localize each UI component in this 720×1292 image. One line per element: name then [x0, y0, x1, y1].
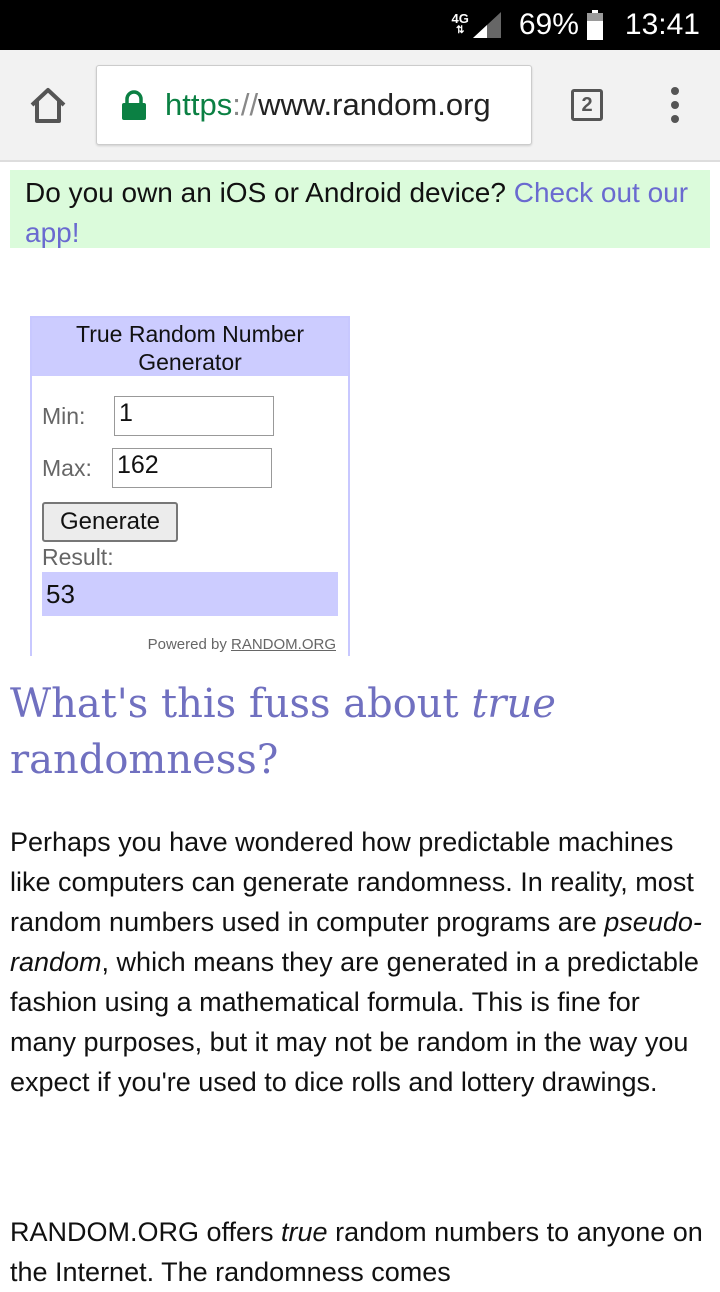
paragraph-text: RANDOM.ORG offers	[10, 1217, 282, 1247]
paragraph-text-end: , which means they are generated in a pr…	[10, 947, 699, 1097]
heading-text-end: randomness?	[10, 737, 279, 783]
result-label: Result:	[42, 544, 114, 570]
url-bar[interactable]: https://www.random.org	[96, 65, 532, 145]
heading-emphasis: true	[471, 681, 556, 727]
min-row: Min: 1	[42, 396, 274, 436]
random-number-widget: True Random Number Generator Min: 1 Max:…	[30, 316, 350, 656]
network-type: 4G	[451, 11, 469, 26]
powered-prefix: Powered by	[147, 636, 231, 653]
status-bar: 4G ⇅ 69% 13:41	[0, 0, 720, 50]
lock-icon	[122, 90, 146, 120]
paragraph-text: Perhaps you have wondered how predictabl…	[10, 827, 694, 937]
browser-toolbar: https://www.random.org 2	[0, 50, 720, 162]
heading-text: What's this fuss about	[10, 681, 472, 727]
intro-paragraph: Perhaps you have wondered how predictabl…	[10, 822, 710, 1102]
data-arrows-icon: ⇅	[456, 25, 465, 36]
page-heading: What's this fuss about true randomness?	[10, 676, 700, 788]
banner-text: Do you own an iOS or Android device?	[25, 177, 514, 208]
menu-dot	[671, 87, 679, 95]
max-row: Max: 162	[42, 448, 272, 488]
clock: 13:41	[624, 8, 700, 41]
max-input[interactable]: 162	[112, 448, 272, 488]
powered-by: Powered by RANDOM.ORG	[148, 636, 336, 653]
tab-count: 2	[581, 93, 593, 116]
home-button[interactable]	[0, 49, 96, 161]
menu-dot	[671, 115, 679, 123]
signal-icon	[472, 12, 501, 38]
random-org-link[interactable]: RANDOM.ORG	[231, 636, 336, 653]
url-host: www.random.org	[258, 87, 491, 122]
min-input[interactable]: 1	[114, 396, 274, 436]
tab-switcher-button[interactable]: 2	[532, 89, 642, 121]
overflow-menu-icon[interactable]	[642, 87, 708, 123]
tab-switcher-icon: 2	[571, 89, 603, 121]
battery-percent: 69%	[518, 8, 579, 41]
battery-icon	[586, 10, 603, 40]
min-label: Min:	[42, 402, 86, 429]
network-indicator: 4G ⇅	[451, 11, 469, 37]
url-separator: ://	[232, 87, 259, 122]
generate-button[interactable]: Generate	[42, 502, 178, 542]
url-scheme: https	[165, 87, 233, 122]
widget-title: True Random Number Generator	[32, 318, 348, 376]
app-banner: Do you own an iOS or Android device? Che…	[10, 170, 710, 248]
second-paragraph: RANDOM.ORG offers true random numbers to…	[10, 1212, 710, 1292]
menu-dot	[671, 101, 679, 109]
max-label: Max:	[42, 454, 92, 481]
result-value: 53	[42, 572, 338, 616]
paragraph-emphasis: true	[281, 1217, 328, 1247]
home-icon	[30, 88, 66, 123]
